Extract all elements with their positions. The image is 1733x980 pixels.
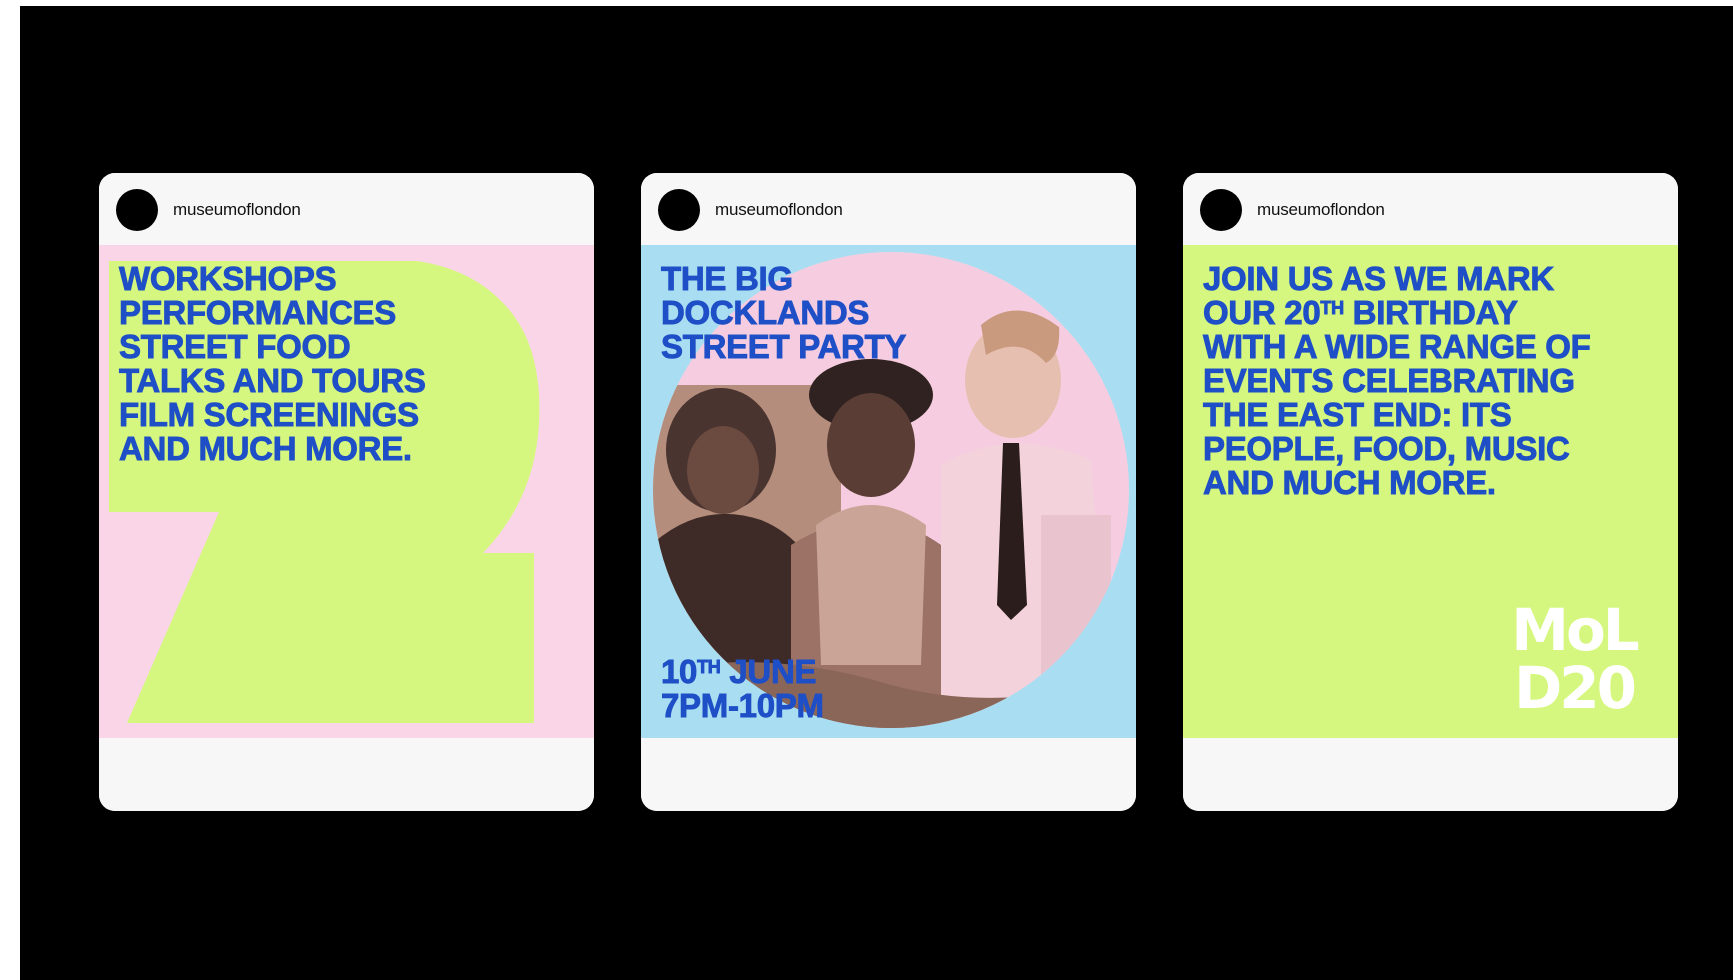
post-headline: THE BIG DOCKLANDS STREET PARTY: [661, 260, 907, 365]
date-month: JUNE: [720, 653, 817, 690]
profile-avatar-icon[interactable]: [1200, 189, 1242, 231]
showcase-background: museumoflondon WORKSHOPS PERFORMANCES ST…: [20, 6, 1733, 980]
post-header: museumoflondon: [1183, 173, 1678, 245]
instagram-post-card-street-party[interactable]: museumoflondon THE BIG DOCKLANDS STREET …: [641, 173, 1136, 811]
date-day: 10: [661, 653, 698, 690]
profile-avatar-icon[interactable]: [658, 189, 700, 231]
event-date: 10TH JUNE: [661, 653, 817, 690]
instagram-post-card-birthday[interactable]: museumoflondon JOIN US AS WE MARK OUR 20…: [1183, 173, 1678, 811]
instagram-post-card-workshops[interactable]: museumoflondon WORKSHOPS PERFORMANCES ST…: [99, 173, 594, 811]
post-image-workshops[interactable]: WORKSHOPS PERFORMANCES STREET FOOD TALKS…: [99, 245, 594, 738]
profile-avatar-icon[interactable]: [116, 189, 158, 231]
post-image-street-party[interactable]: THE BIG DOCKLANDS STREET PARTY 10TH JUNE…: [641, 245, 1136, 738]
post-headline-line2: OUR 20TH BIRTHDAY: [1203, 294, 1519, 331]
logo-line-2: D20: [1514, 654, 1637, 722]
post-header: museumoflondon: [641, 173, 1136, 245]
logo-line-1: MoL: [1511, 596, 1640, 664]
post-headline-line1: JOIN US AS WE MARK: [1203, 260, 1555, 297]
post-footer: [1183, 738, 1678, 811]
post-image-birthday[interactable]: JOIN US AS WE MARK OUR 20TH BIRTHDAY WIT…: [1183, 245, 1678, 738]
mol-d20-logo-icon: MoL D20: [1489, 601, 1659, 719]
post-header: museumoflondon: [99, 173, 594, 245]
ordinal-suffix: TH: [1320, 298, 1345, 319]
post-headline: WORKSHOPS PERFORMANCES STREET FOOD TALKS…: [119, 260, 427, 467]
post-footer: [99, 738, 594, 811]
headline-text: BIRTHDAY: [1343, 294, 1518, 331]
post-footer: [641, 738, 1136, 811]
date-suffix: TH: [697, 657, 722, 678]
post-username[interactable]: museumoflondon: [1257, 200, 1385, 220]
event-time: 7PM-10PM: [661, 687, 825, 724]
post-username[interactable]: museumoflondon: [173, 200, 301, 220]
post-username[interactable]: museumoflondon: [715, 200, 843, 220]
post-headline-rest: WITH A WIDE RANGE OF EVENTS CELEBRATING …: [1203, 328, 1592, 501]
headline-text: OUR 20: [1203, 294, 1322, 331]
